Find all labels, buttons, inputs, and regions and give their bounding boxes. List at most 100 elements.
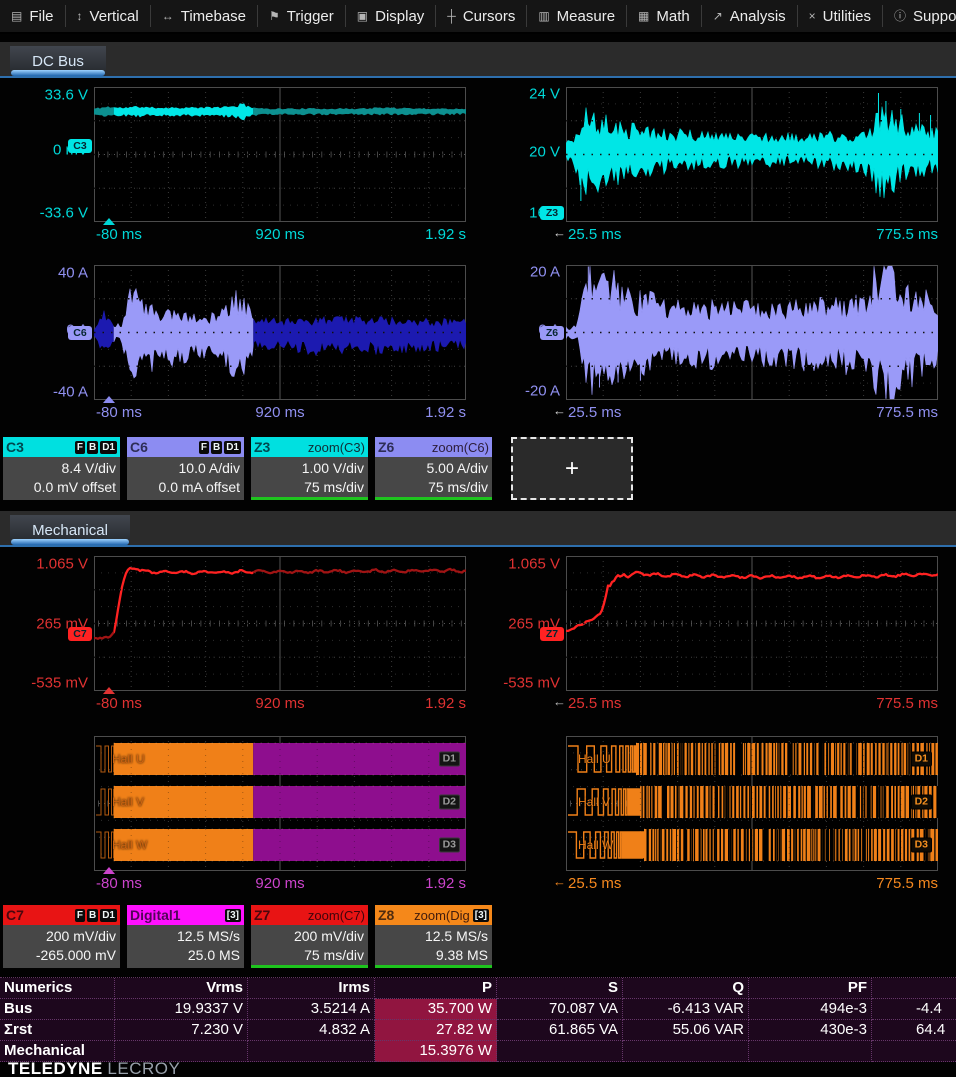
- numerics-value-cell: -6.413 VAR: [623, 999, 749, 1020]
- numerics-value-cell: 494e-3: [749, 999, 872, 1020]
- numerics-header-cell: Irms: [248, 978, 375, 999]
- descriptor-offset: 75 ms/div: [375, 478, 488, 497]
- digital-line-badge-d3[interactable]: D3: [439, 838, 460, 853]
- grid-c6[interactable]: 40 A0 A-40 A-80 ms920 ms1.92 sC6: [94, 265, 466, 400]
- descriptor-row-dcbus: C3FBD1 8.4 V/div0.0 mV offset C6FBD110.0 A…: [3, 437, 633, 500]
- channel-position-badge-z7[interactable]: Z7: [540, 627, 564, 641]
- display-icon: ▣: [357, 10, 368, 22]
- channel-descriptor-z8[interactable]: Z8zoom(Dig[3]12.5 MS/s9.38 MS: [375, 905, 492, 968]
- tab-mechanical-label: Mechanical: [32, 522, 108, 539]
- x-axis-label: 775.5 ms: [876, 404, 938, 421]
- descriptor-offset: 75 ms/div: [251, 946, 364, 965]
- grid-z6[interactable]: 20 A0 A-20 A25.5 ms775.5 msZ6←: [566, 265, 938, 400]
- channel-position-badge-c6[interactable]: C6: [68, 326, 92, 340]
- channel-id: Z3: [254, 439, 270, 455]
- acquisition-status-bar: [251, 965, 368, 968]
- y-axis-label: 20 V: [529, 143, 560, 160]
- zoom-position-arrow-icon: ←: [553, 225, 566, 240]
- channel-descriptor-z6[interactable]: Z6zoom(C6) 5.00 A/div75 ms/div: [375, 437, 492, 500]
- descriptor-title: zoom(Dig: [414, 908, 470, 923]
- menu-item-file[interactable]: ▤File: [0, 5, 66, 27]
- y-axis-label: -33.6 V: [40, 204, 88, 221]
- trigger-time-marker[interactable]: [103, 396, 115, 403]
- descriptor-badge-d1: D1: [224, 441, 241, 454]
- grid-c3[interactable]: 33.6 V0 mV-33.6 V-80 ms920 ms1.92 sC3: [94, 87, 466, 222]
- numerics-value-cell: [749, 1041, 872, 1062]
- channel-descriptor-c3[interactable]: C3FBD1 8.4 V/div0.0 mV offset: [3, 437, 120, 500]
- channel-id: Z7: [254, 907, 270, 923]
- x-axis-label: 25.5 ms: [568, 695, 621, 712]
- tab-mechanical[interactable]: Mechanical: [10, 515, 130, 545]
- menu-item-analysis[interactable]: ↗Analysis: [702, 5, 798, 27]
- menu-item-trigger[interactable]: ⚑Trigger: [258, 5, 346, 27]
- zoom-position-arrow-icon: ←: [553, 874, 566, 889]
- channel-descriptor-z3[interactable]: Z3zoom(C3)1.00 V/div75 ms/div: [251, 437, 368, 500]
- channel-position-badge-c3[interactable]: C3: [68, 139, 92, 153]
- x-axis-label: 1.92 s: [425, 404, 466, 421]
- menu-item-label: Analysis: [730, 8, 786, 25]
- hall-label-u: Hall U: [112, 752, 145, 766]
- hall-label-v: Hall V: [112, 795, 144, 809]
- digital-line-badge-d1[interactable]: D1: [911, 752, 932, 767]
- descriptor-header: Z6zoom(C6): [375, 437, 492, 457]
- grid-dl[interactable]: Hall UD1Hall VD2Hall WD3-80 ms920 ms1.92…: [94, 736, 466, 871]
- descriptor-scale: 5.00 A/div: [375, 459, 488, 478]
- menu-item-label: Support: [913, 8, 956, 25]
- numerics-value-cell: 430e-3: [749, 1020, 872, 1041]
- menu-item-utilities[interactable]: ×Utilities: [798, 5, 883, 27]
- descriptor-body: 12.5 MS/s9.38 MS: [375, 925, 492, 965]
- menu-item-timebase[interactable]: ↔Timebase: [151, 5, 258, 27]
- grid-z3[interactable]: 24 V20 V16 V25.5 ms775.5 msZ3←: [566, 87, 938, 222]
- teledyne-lecroy-logo: TELEDYNE LECROY: [8, 1059, 180, 1077]
- digital-line-badge-d3[interactable]: D3: [911, 838, 932, 853]
- trigger-time-marker[interactable]: [103, 218, 115, 225]
- numerics-value-cell: 61.865 VA: [497, 1020, 623, 1041]
- menu-item-label: Display: [375, 8, 424, 25]
- trigger-time-marker[interactable]: [103, 687, 115, 694]
- measure-icon: ▥: [538, 10, 549, 22]
- numerics-value-cell: [872, 1041, 956, 1062]
- channel-position-badge-z6[interactable]: Z6: [540, 326, 564, 340]
- grid-dr[interactable]: Hall UD1Hall VD2Hall WD325.5 ms775.5 ms←: [566, 736, 938, 871]
- oscilloscope-screen: ▤File↕Vertical↔Timebase⚑Trigger ▣ Display ┼…: [0, 0, 956, 1077]
- numerics-header-cell: PF: [749, 978, 872, 999]
- descriptor-header: Z3zoom(C3): [251, 437, 368, 457]
- y-axis-label: -40 A: [53, 383, 88, 400]
- x-axis-label: 775.5 ms: [876, 875, 938, 892]
- y-axis-label: 40 A: [58, 265, 88, 282]
- channel-position-badge-z3[interactable]: Z3: [540, 206, 564, 220]
- descriptor-scale: 8.4 V/div: [3, 459, 116, 478]
- channel-descriptor-c7[interactable]: C7FBD1200 mV/div-265.000 mV: [3, 905, 120, 968]
- x-axis-label: -80 ms: [96, 695, 142, 712]
- x-axis-label: 775.5 ms: [876, 695, 938, 712]
- channel-position-badge-c7[interactable]: C7: [68, 627, 92, 641]
- grid-z7[interactable]: 1.065 V265 mV-535 mV25.5 ms775.5 msZ7←: [566, 556, 938, 691]
- digital-line-badge-d1[interactable]: D1: [439, 752, 460, 767]
- menu-item-measure[interactable]: ▥Measure: [527, 5, 627, 27]
- channel-descriptor-digital1[interactable]: Digital1[3]12.5 MS/s25.0 MS: [127, 905, 244, 968]
- menu-item-support[interactable]: ⓘ Support: [883, 5, 956, 27]
- descriptor-offset: 0.0 mV offset: [3, 478, 116, 497]
- support-icon: ⓘ: [894, 10, 906, 22]
- descriptor-badge-f: F: [199, 441, 209, 454]
- x-axis-label: 920 ms: [255, 695, 304, 712]
- descriptor-badge-b: B: [87, 909, 98, 922]
- digital-line-badge-d2[interactable]: D2: [911, 795, 932, 810]
- trigger-time-marker[interactable]: [103, 867, 115, 874]
- menu-item-cursors[interactable]: ┼Cursors: [436, 5, 527, 27]
- numerics-header-cell: S: [497, 978, 623, 999]
- descriptor-header: C6FBD1: [127, 437, 244, 457]
- menu-item-math[interactable]: ▦Math: [627, 5, 702, 27]
- numerics-header-cell: Q: [623, 978, 749, 999]
- menu-item-display[interactable]: ▣ Display: [346, 5, 437, 27]
- descriptor-header: C3FBD1: [3, 437, 120, 457]
- channel-descriptor-c6[interactable]: C6FBD110.0 A/div0.0 mA offset: [127, 437, 244, 500]
- descriptor-offset: 75 ms/div: [251, 478, 364, 497]
- grid-c7[interactable]: 1.065 V265 mV-535 mV-80 ms920 ms1.92 sC7: [94, 556, 466, 691]
- digital-line-badge-d2[interactable]: D2: [439, 795, 460, 810]
- x-axis-label: 920 ms: [255, 226, 304, 243]
- add-trace-button[interactable]: +: [511, 437, 633, 500]
- channel-descriptor-z7[interactable]: Z7zoom(C7)200 mV/div75 ms/div: [251, 905, 368, 968]
- menu-item-vertical[interactable]: ↕Vertical: [66, 5, 151, 27]
- tab-dc-bus[interactable]: DC Bus: [10, 46, 106, 76]
